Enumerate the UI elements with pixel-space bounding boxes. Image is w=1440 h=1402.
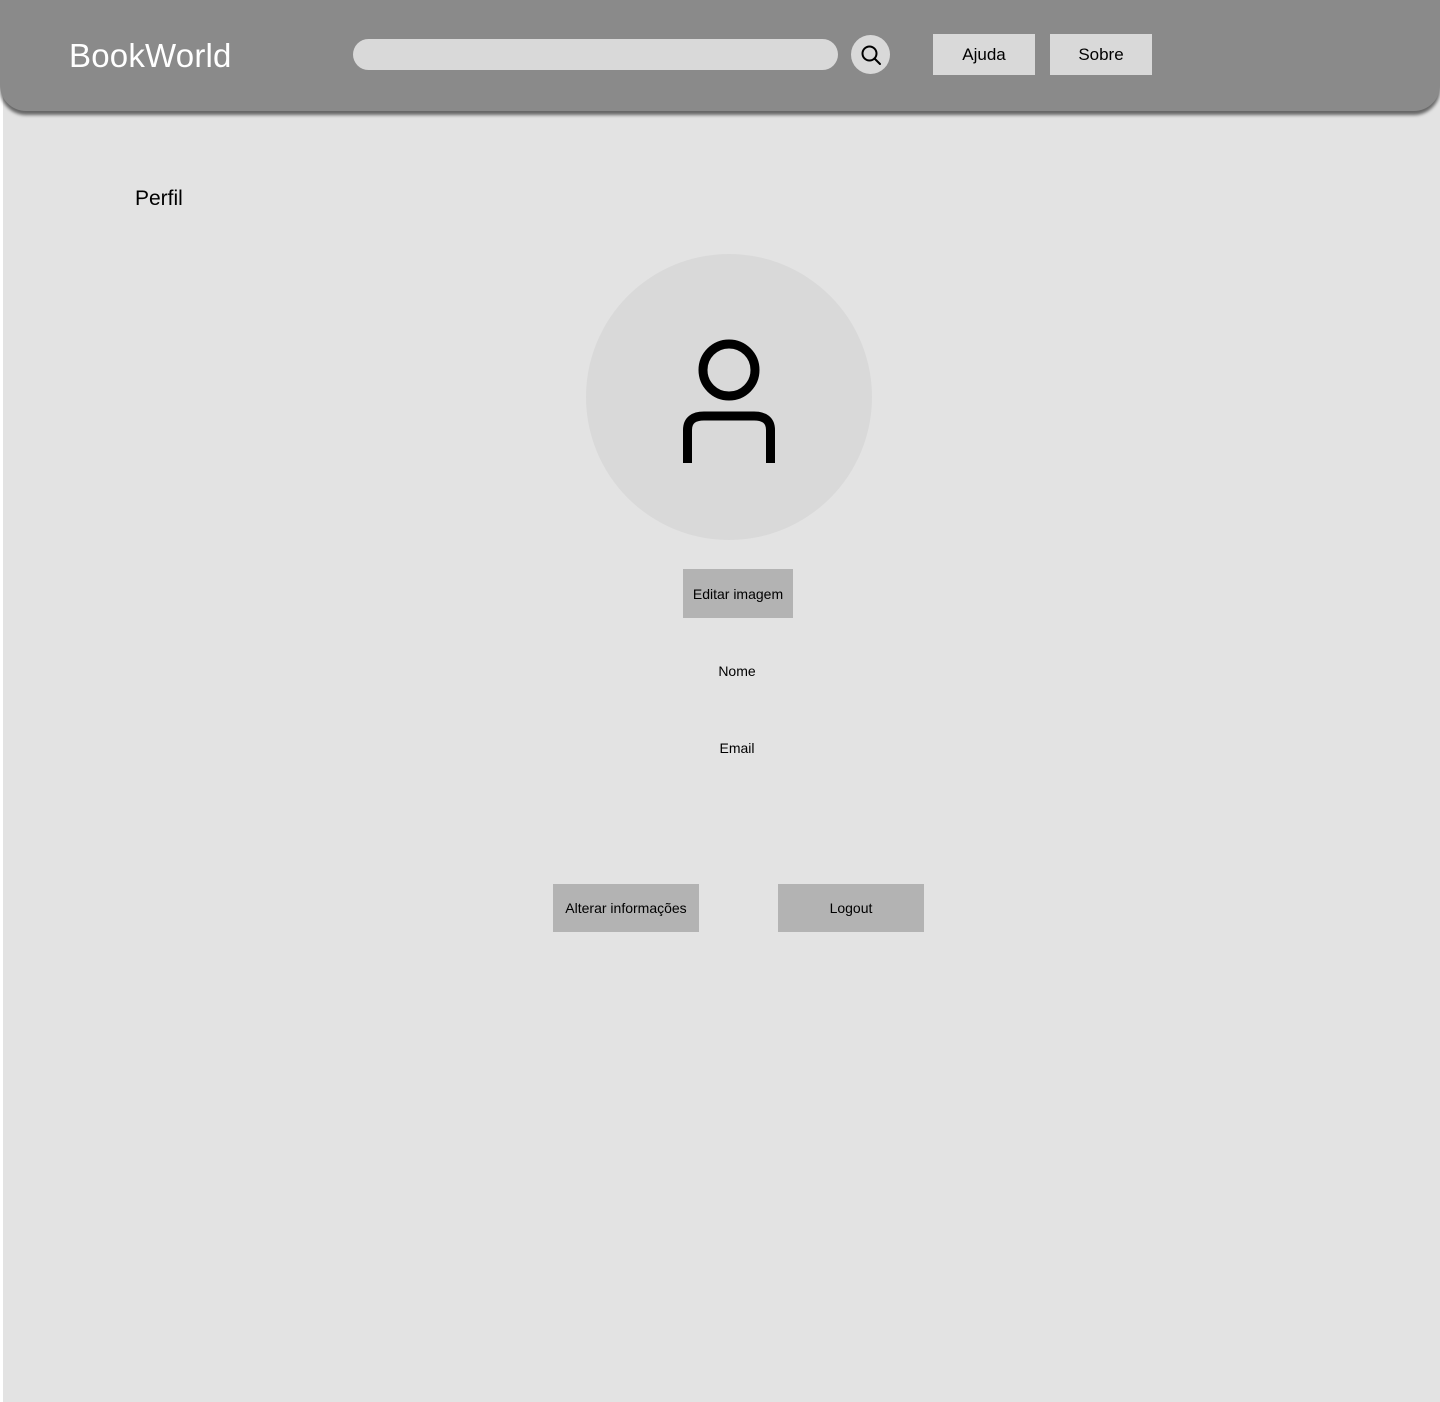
page-background bbox=[3, 0, 1440, 1402]
change-info-button[interactable]: Alterar informações bbox=[553, 884, 699, 932]
user-icon bbox=[683, 339, 775, 463]
top-navigation-bar: BookWorld Ajuda Sobre bbox=[0, 0, 1440, 111]
search-icon bbox=[861, 45, 881, 65]
avatar bbox=[586, 254, 872, 540]
logout-button[interactable]: Logout bbox=[778, 884, 924, 932]
about-button[interactable]: Sobre bbox=[1050, 34, 1152, 75]
page-title: Perfil bbox=[135, 187, 183, 210]
search-input[interactable] bbox=[353, 39, 838, 70]
brand-logo[interactable]: BookWorld bbox=[69, 36, 232, 76]
search-button[interactable] bbox=[851, 35, 890, 74]
edit-image-button[interactable]: Editar imagem bbox=[683, 569, 793, 618]
email-label: Email bbox=[719, 740, 755, 756]
help-button[interactable]: Ajuda bbox=[933, 34, 1035, 75]
name-label: Nome bbox=[718, 663, 756, 679]
